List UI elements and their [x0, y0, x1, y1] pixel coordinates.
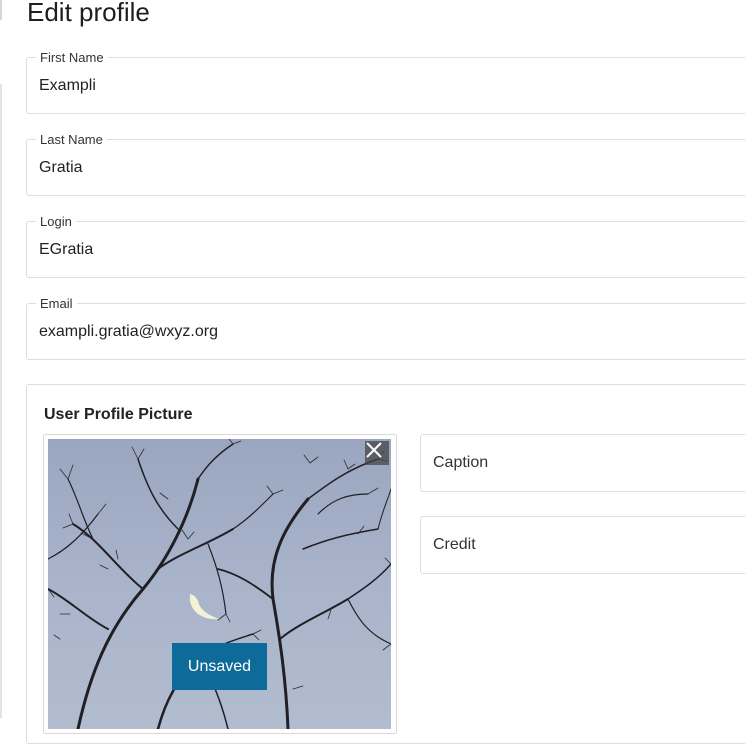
login-input[interactable]: [39, 238, 729, 262]
edge-tick: [0, 0, 2, 20]
close-icon: [366, 442, 382, 458]
remove-picture-button[interactable]: [365, 441, 389, 465]
login-field: Login: [26, 214, 745, 278]
profile-picture-section: User Profile Picture Unsaved Caption Cre…: [26, 384, 745, 744]
profile-picture-frame: Unsaved: [43, 434, 397, 734]
profile-picture-title: User Profile Picture: [44, 406, 193, 423]
email-field: Email: [26, 296, 745, 360]
first-name-field: First Name: [26, 50, 745, 114]
last-name-label: Last Name: [36, 132, 107, 148]
profile-picture[interactable]: Unsaved: [48, 439, 391, 729]
login-label: Login: [36, 214, 76, 230]
unsaved-status-badge: Unsaved: [172, 643, 267, 690]
first-name-input[interactable]: [39, 74, 729, 98]
last-name-field: Last Name: [26, 132, 745, 196]
email-input[interactable]: [39, 320, 729, 344]
credit-field: [420, 516, 745, 574]
page-title: Edit profile: [27, 0, 150, 27]
credit-input[interactable]: [433, 534, 745, 556]
sidebar-edge: [0, 84, 2, 718]
first-name-label: First Name: [36, 50, 108, 66]
last-name-input[interactable]: [39, 156, 729, 180]
caption-input[interactable]: [433, 452, 745, 474]
email-label: Email: [36, 296, 77, 312]
caption-field: [420, 434, 745, 492]
